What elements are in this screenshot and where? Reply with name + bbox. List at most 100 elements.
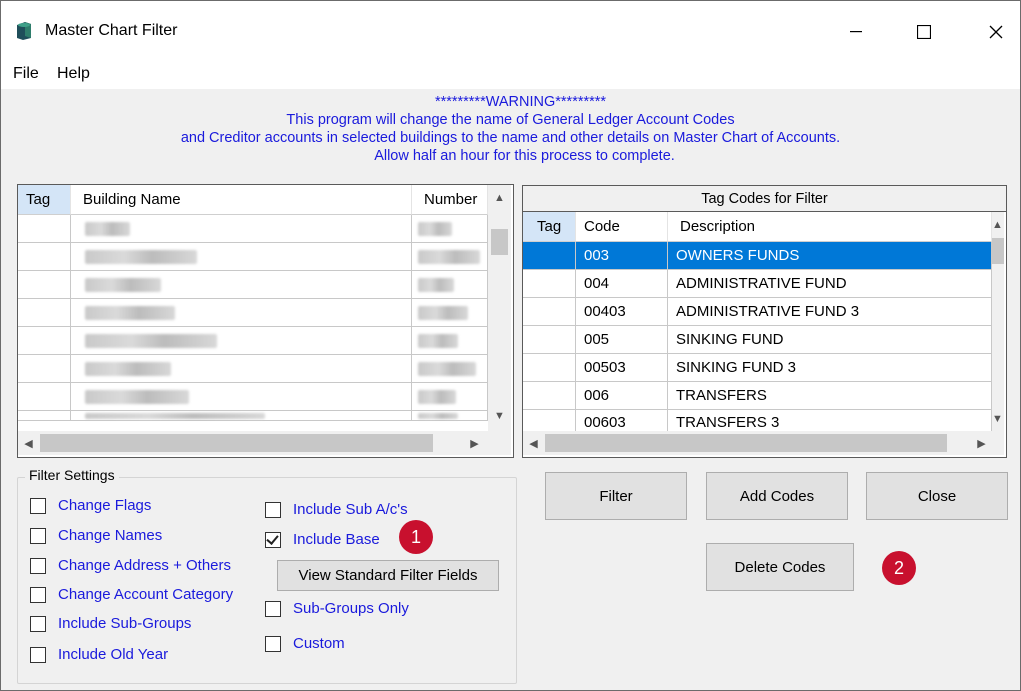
code-cell[interactable]: 005 (576, 326, 668, 354)
building-number-cell[interactable] (412, 383, 488, 411)
tag-cell[interactable] (18, 299, 71, 327)
tag-cell[interactable] (523, 326, 576, 354)
checkbox-box[interactable] (30, 586, 46, 603)
building-number-cell[interactable] (412, 411, 488, 421)
checkbox-box[interactable] (30, 615, 46, 632)
code-cell[interactable]: 00403 (576, 298, 668, 326)
checkbox-box-checked[interactable] (265, 531, 281, 548)
checkbox-box[interactable] (265, 600, 281, 617)
codes-col-code[interactable]: Code (576, 212, 668, 242)
tag-cell[interactable] (18, 355, 71, 383)
maximize-button[interactable] (901, 13, 947, 51)
building-number-cell[interactable] (412, 243, 488, 271)
description-cell[interactable]: SINKING FUND (668, 326, 992, 354)
scroll-thumb[interactable] (491, 229, 508, 255)
change-flags-checkbox[interactable]: Change Flags (30, 497, 151, 514)
building-number-cell[interactable] (412, 327, 488, 355)
description-cell[interactable]: ADMINISTRATIVE FUND (668, 270, 992, 298)
menu-help[interactable]: Help (57, 65, 90, 83)
scroll-thumb[interactable] (40, 434, 433, 452)
scroll-left-arrow-icon[interactable]: ◀ (525, 435, 542, 452)
buildings-col-name[interactable]: Building Name (71, 185, 412, 215)
tag-cell[interactable] (18, 327, 71, 355)
tag-cell[interactable] (18, 411, 71, 421)
tag-cell[interactable] (523, 298, 576, 326)
building-name-cell[interactable] (71, 271, 412, 299)
building-number-cell[interactable] (412, 299, 488, 327)
building-name-cell[interactable] (71, 299, 412, 327)
tag-cell[interactable] (523, 354, 576, 382)
include-old-year-checkbox[interactable]: Include Old Year (30, 646, 168, 663)
checkbox-box[interactable] (30, 557, 46, 574)
scroll-up-arrow-icon[interactable]: ▲ (491, 189, 508, 206)
close-window-button[interactable] (973, 13, 1019, 51)
building-number-cell[interactable] (412, 355, 488, 383)
code-cell[interactable]: 00603 (576, 410, 668, 431)
checkbox-box[interactable] (265, 635, 281, 652)
building-name-cell[interactable] (71, 355, 412, 383)
buildings-vertical-scrollbar[interactable]: ▲ ▼ (488, 185, 511, 431)
tag-cell[interactable] (18, 271, 71, 299)
tag-cell[interactable] (523, 270, 576, 298)
codes-horizontal-scrollbar[interactable]: ◀ ▶ (523, 431, 1004, 455)
minimize-button[interactable] (833, 13, 879, 51)
description-cell[interactable]: ADMINISTRATIVE FUND 3 (668, 298, 992, 326)
tag-cell[interactable] (523, 410, 576, 431)
code-cell[interactable]: 006 (576, 382, 668, 410)
checkbox-box[interactable] (265, 501, 281, 518)
scroll-up-arrow-icon[interactable]: ▲ (989, 216, 1006, 233)
code-cell[interactable]: 004 (576, 270, 668, 298)
include-base-checkbox[interactable]: Include Base (265, 531, 380, 548)
include-subgroups-checkbox[interactable]: Include Sub-Groups (30, 615, 191, 632)
change-category-checkbox[interactable]: Change Account Category (30, 586, 233, 603)
building-name-cell[interactable] (71, 383, 412, 411)
scroll-down-arrow-icon[interactable]: ▼ (491, 407, 508, 424)
tag-cell[interactable] (523, 242, 576, 270)
description-cell[interactable]: TRANSFERS 3 (668, 410, 992, 431)
buildings-horizontal-scrollbar[interactable]: ◀ ▶ (18, 431, 511, 455)
codes-col-description[interactable]: Description (668, 212, 992, 242)
change-address-checkbox[interactable]: Change Address + Others (30, 557, 231, 574)
description-cell[interactable]: TRANSFERS (668, 382, 992, 410)
tag-cell[interactable] (18, 243, 71, 271)
view-standard-filter-fields-button[interactable]: View Standard Filter Fields (277, 560, 499, 591)
scroll-down-arrow-icon[interactable]: ▼ (989, 410, 1006, 427)
menu-file[interactable]: File (13, 65, 39, 83)
codes-col-tag[interactable]: Tag (523, 212, 576, 242)
tag-cell[interactable] (18, 383, 71, 411)
buildings-col-tag[interactable]: Tag (18, 185, 71, 215)
building-name-cell[interactable] (71, 243, 412, 271)
checkbox-box[interactable] (30, 497, 46, 514)
close-button[interactable]: Close (866, 472, 1008, 520)
code-cell[interactable]: 003 (576, 242, 668, 270)
checkbox-box[interactable] (30, 646, 46, 663)
tag-cell[interactable] (523, 382, 576, 410)
buildings-grid[interactable]: Tag Building Name Number ▲ ▼ ◀ ▶ (17, 184, 514, 458)
building-number-cell[interactable] (412, 215, 488, 243)
table-row[interactable]: 00603 TRANSFERS 3 (523, 410, 992, 431)
building-name-cell[interactable] (71, 327, 412, 355)
buildings-col-number[interactable]: Number (412, 185, 488, 215)
custom-checkbox[interactable]: Custom (265, 635, 345, 652)
scroll-left-arrow-icon[interactable]: ◀ (20, 435, 37, 452)
description-cell[interactable]: SINKING FUND 3 (668, 354, 992, 382)
include-sub-ac-checkbox[interactable]: Include Sub A/c's (265, 501, 408, 518)
codes-vertical-scrollbar[interactable]: ▲ ▼ (992, 212, 1004, 431)
checkbox-box[interactable] (30, 527, 46, 544)
building-name-cell[interactable] (71, 411, 412, 421)
change-names-checkbox[interactable]: Change Names (30, 527, 162, 544)
subgroups-only-checkbox[interactable]: Sub-Groups Only (265, 600, 409, 617)
tag-cell[interactable] (18, 215, 71, 243)
tag-codes-grid[interactable]: Tag Code Description 003 OWNERS FUNDS 00… (522, 211, 1007, 458)
scroll-right-arrow-icon[interactable]: ▶ (466, 435, 483, 452)
code-cell[interactable]: 00503 (576, 354, 668, 382)
add-codes-button[interactable]: Add Codes (706, 472, 848, 520)
filter-button[interactable]: Filter (545, 472, 687, 520)
scroll-right-arrow-icon[interactable]: ▶ (973, 435, 990, 452)
scroll-thumb[interactable] (545, 434, 947, 452)
scroll-thumb[interactable] (992, 238, 1004, 264)
description-cell[interactable]: OWNERS FUNDS (668, 242, 992, 270)
building-name-cell[interactable] (71, 215, 412, 243)
delete-codes-button[interactable]: Delete Codes (706, 543, 854, 591)
building-number-cell[interactable] (412, 271, 488, 299)
